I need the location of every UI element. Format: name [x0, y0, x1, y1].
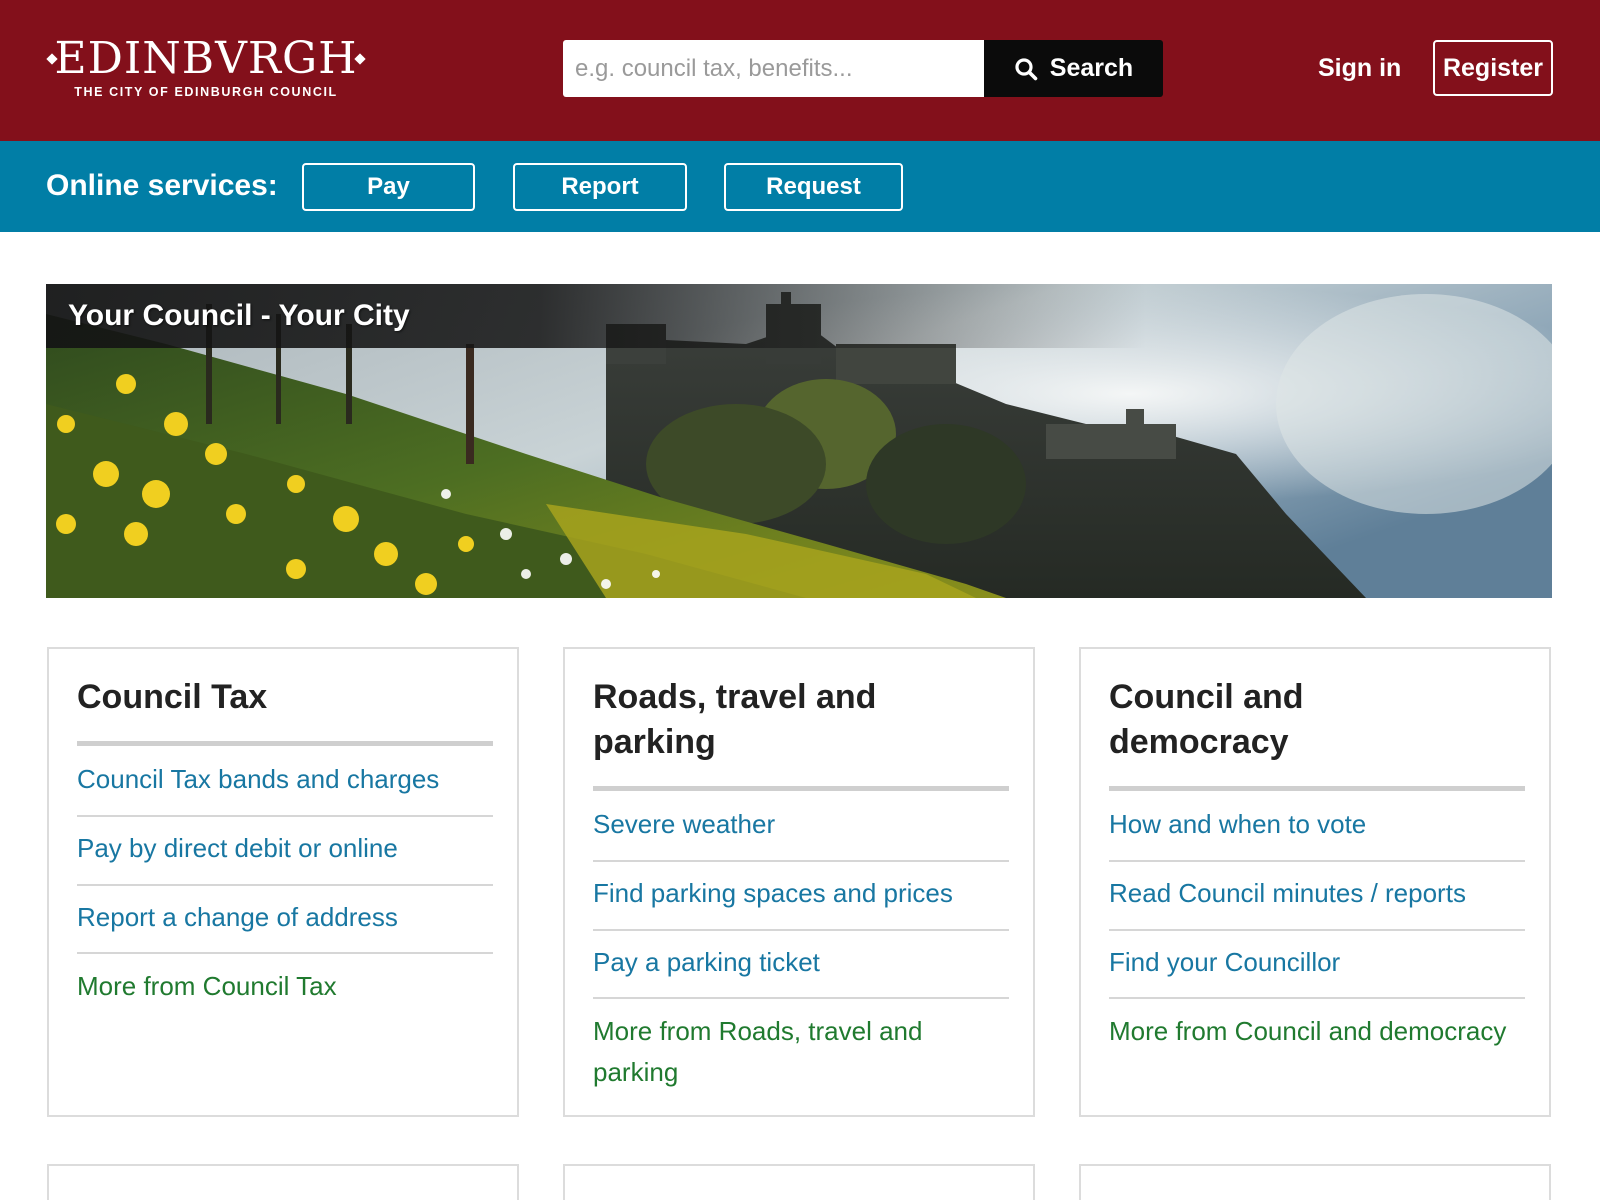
card-council-democracy: Council and democracy How and when to vo…	[1079, 647, 1551, 1117]
card-partial	[563, 1164, 1035, 1200]
register-button[interactable]: Register	[1433, 40, 1553, 96]
card-partial	[1079, 1164, 1551, 1200]
card-title: Roads, travel and parking	[593, 678, 877, 761]
logo-wordmark: EDINBVRGH	[54, 33, 358, 84]
link-separator	[77, 952, 493, 954]
link-separator	[1109, 929, 1525, 931]
report-button[interactable]: Report	[513, 163, 687, 211]
search-input[interactable]	[563, 40, 985, 97]
link-severe-weather[interactable]: Severe weather	[593, 804, 1009, 845]
council-logo[interactable]: EDINBVRGH THE CITY OF EDINBURGH COUNCIL	[46, 34, 366, 104]
site-header: EDINBVRGH THE CITY OF EDINBURGH COUNCIL …	[0, 0, 1600, 141]
card-title: Council Tax	[77, 678, 268, 716]
link-pay-direct-debit[interactable]: Pay by direct debit or online	[77, 828, 493, 869]
search-button-label: Search	[1049, 54, 1134, 82]
card-council-tax: Council Tax Council Tax bands and charge…	[47, 647, 519, 1117]
link-separator	[1109, 997, 1525, 999]
link-how-when-vote[interactable]: How and when to vote	[1109, 804, 1525, 845]
link-more-council-democracy[interactable]: More from Council and democracy	[1109, 1011, 1529, 1052]
link-council-tax-bands[interactable]: Council Tax bands and charges	[77, 759, 493, 800]
online-services-bar: Online services: Pay Report Request	[0, 141, 1600, 232]
link-separator	[1109, 860, 1525, 862]
link-more-roads-travel[interactable]: More from Roads, travel and parking	[593, 1011, 953, 1093]
link-more-council-tax[interactable]: More from Council Tax	[77, 966, 493, 1007]
link-separator	[77, 884, 493, 886]
link-council-minutes[interactable]: Read Council minutes / reports	[1109, 873, 1525, 914]
link-report-change-address[interactable]: Report a change of address	[77, 897, 493, 938]
card-divider	[77, 741, 493, 746]
link-find-parking[interactable]: Find parking spaces and prices	[593, 873, 1009, 914]
online-services-label: Online services:	[46, 169, 278, 202]
card-title: Council and democracy	[1109, 678, 1304, 761]
logo-subtitle: THE CITY OF EDINBURGH COUNCIL	[74, 85, 338, 99]
link-separator	[77, 815, 493, 817]
pay-button[interactable]: Pay	[302, 163, 475, 211]
card-divider	[1109, 786, 1525, 791]
search-icon	[1015, 57, 1038, 80]
link-pay-parking-ticket[interactable]: Pay a parking ticket	[593, 942, 1009, 983]
card-divider	[593, 786, 1009, 791]
link-separator	[593, 997, 1009, 999]
hero-title: Your Council - Your City	[68, 299, 410, 332]
hero-banner: Your Council - Your City	[46, 284, 1552, 598]
search-button[interactable]: Search	[984, 40, 1163, 97]
sign-in-link[interactable]: Sign in	[1318, 46, 1410, 90]
link-separator	[593, 860, 1009, 862]
card-partial	[47, 1164, 519, 1200]
request-button[interactable]: Request	[724, 163, 903, 211]
link-find-councillor[interactable]: Find your Councillor	[1109, 942, 1525, 983]
card-roads-travel-parking: Roads, travel and parking Severe weather…	[563, 647, 1035, 1117]
search-form: Search	[563, 40, 1163, 97]
link-separator	[593, 929, 1009, 931]
